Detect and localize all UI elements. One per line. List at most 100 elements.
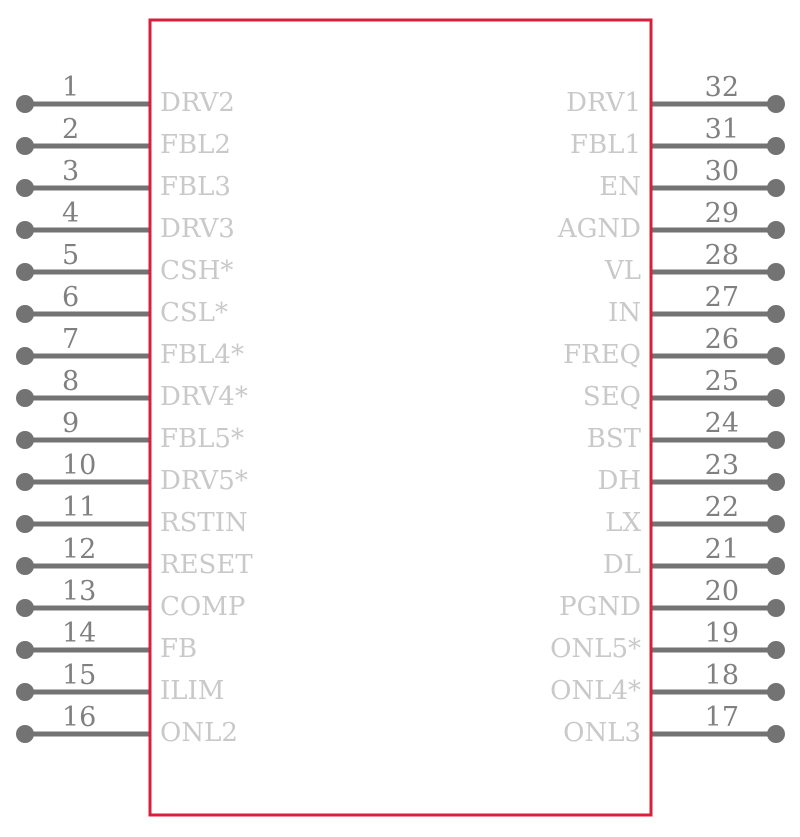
pin-terminal-dot[interactable]: [767, 557, 785, 575]
pins-layer: 1 DRV2 2 FBL2 3 FBL3 4 DRV3 5 CSH* 6 CSL* 7 FBL4* 8 DRV…: [16, 72, 785, 748]
pin-name-label: FBL3: [160, 172, 231, 202]
pin-24[interactable]: 24 BST: [587, 408, 785, 454]
pin-11[interactable]: 11 RSTIN: [16, 492, 248, 538]
pin-name-label: DRV2: [160, 88, 235, 118]
pin-terminal-dot[interactable]: [16, 683, 34, 701]
pin-number-label: 30: [705, 156, 739, 187]
pin-number-label: 7: [62, 324, 79, 355]
pin-26[interactable]: 26 FREQ: [563, 324, 785, 370]
pin-terminal-dot[interactable]: [16, 389, 34, 407]
pin-15[interactable]: 15 ILIM: [16, 660, 224, 706]
pin-terminal-dot[interactable]: [767, 599, 785, 617]
pin-terminal-dot[interactable]: [767, 473, 785, 491]
pin-19[interactable]: 19 ONL5*: [550, 618, 785, 664]
pin-terminal-dot[interactable]: [767, 431, 785, 449]
pin-25[interactable]: 25 SEQ: [583, 366, 785, 412]
pin-8[interactable]: 8 DRV4*: [16, 366, 248, 412]
pin-terminal-dot[interactable]: [767, 725, 785, 743]
pin-12[interactable]: 12 RESET: [16, 534, 253, 580]
pin-terminal-dot[interactable]: [16, 305, 34, 323]
pin-5[interactable]: 5 CSH*: [16, 240, 233, 286]
pin-name-label: ILIM: [160, 676, 224, 706]
pin-28[interactable]: 28 VL: [604, 240, 785, 286]
pin-name-label: RSTIN: [160, 508, 248, 538]
pin-terminal-dot[interactable]: [767, 95, 785, 113]
pin-22[interactable]: 22 LX: [605, 492, 785, 538]
pin-29[interactable]: 29 AGND: [557, 198, 785, 244]
pin-4[interactable]: 4 DRV3: [16, 198, 235, 244]
pin-name-label: DL: [603, 550, 641, 580]
pin-number-label: 26: [705, 324, 739, 355]
pin-name-label: SEQ: [583, 382, 641, 412]
pin-name-label: DH: [597, 466, 641, 496]
pin-16[interactable]: 16 ONL2: [16, 702, 238, 748]
pin-number-label: 13: [62, 576, 96, 607]
pin-13[interactable]: 13 COMP: [16, 576, 245, 622]
pin-number-label: 14: [62, 618, 96, 649]
pin-21[interactable]: 21 DL: [603, 534, 785, 580]
pin-terminal-dot[interactable]: [16, 431, 34, 449]
pin-18[interactable]: 18 ONL4*: [550, 660, 785, 706]
pin-number-label: 8: [62, 366, 79, 397]
pin-1[interactable]: 1 DRV2: [16, 72, 235, 118]
pin-30[interactable]: 30 EN: [599, 156, 785, 202]
pin-number-label: 15: [62, 660, 96, 691]
pin-terminal-dot[interactable]: [16, 137, 34, 155]
pin-terminal-dot[interactable]: [16, 95, 34, 113]
pin-number-label: 16: [62, 702, 96, 733]
pin-10[interactable]: 10 DRV5*: [16, 450, 248, 496]
pin-name-label: FB: [160, 634, 197, 664]
pin-3[interactable]: 3 FBL3: [16, 156, 231, 202]
pin-6[interactable]: 6 CSL*: [16, 282, 228, 328]
pin-7[interactable]: 7 FBL4*: [16, 324, 244, 370]
pin-terminal-dot[interactable]: [767, 347, 785, 365]
pin-23[interactable]: 23 DH: [597, 450, 785, 496]
pin-name-label: LX: [605, 508, 641, 538]
pin-2[interactable]: 2 FBL2: [16, 114, 231, 160]
pin-terminal-dot[interactable]: [767, 515, 785, 533]
pin-name-label: DRV4*: [160, 382, 248, 412]
pin-name-label: VL: [604, 256, 641, 286]
pin-terminal-dot[interactable]: [767, 641, 785, 659]
pin-terminal-dot[interactable]: [16, 599, 34, 617]
pin-terminal-dot[interactable]: [767, 221, 785, 239]
pin-name-label: FBL5*: [160, 424, 244, 454]
pin-32[interactable]: 32 DRV1: [566, 72, 785, 118]
pin-name-label: ONL4*: [550, 676, 641, 706]
pin-terminal-dot[interactable]: [16, 179, 34, 197]
pin-20[interactable]: 20 PGND: [559, 576, 785, 622]
pin-number-label: 31: [705, 114, 739, 145]
pin-name-label: PGND: [559, 592, 641, 622]
pin-terminal-dot[interactable]: [767, 137, 785, 155]
pin-terminal-dot[interactable]: [767, 263, 785, 281]
pin-terminal-dot[interactable]: [767, 683, 785, 701]
pin-27[interactable]: 27 IN: [608, 282, 785, 328]
pin-terminal-dot[interactable]: [767, 179, 785, 197]
pin-terminal-dot[interactable]: [16, 221, 34, 239]
pin-terminal-dot[interactable]: [767, 389, 785, 407]
pin-terminal-dot[interactable]: [16, 641, 34, 659]
pin-terminal-dot[interactable]: [16, 515, 34, 533]
pin-name-label: FBL4*: [160, 340, 244, 370]
pin-terminal-dot[interactable]: [767, 305, 785, 323]
pin-number-label: 1: [62, 72, 79, 103]
pin-17[interactable]: 17 ONL3: [563, 702, 785, 748]
pin-9[interactable]: 9 FBL5*: [16, 408, 244, 454]
pin-number-label: 12: [62, 534, 96, 565]
pin-number-label: 10: [62, 450, 96, 481]
pin-number-label: 29: [705, 198, 739, 229]
pin-terminal-dot[interactable]: [16, 557, 34, 575]
pin-name-label: CSH*: [160, 256, 233, 286]
pin-name-label: ONL3: [563, 718, 641, 748]
pin-14[interactable]: 14 FB: [16, 618, 197, 664]
pin-31[interactable]: 31 FBL1: [570, 114, 785, 160]
pin-name-label: IN: [608, 298, 641, 328]
pin-terminal-dot[interactable]: [16, 347, 34, 365]
pin-number-label: 18: [705, 660, 739, 691]
pin-terminal-dot[interactable]: [16, 473, 34, 491]
pin-name-label: FBL1: [570, 130, 641, 160]
pin-terminal-dot[interactable]: [16, 725, 34, 743]
pin-number-label: 21: [705, 534, 739, 565]
pin-name-label: FBL2: [160, 130, 231, 160]
pin-terminal-dot[interactable]: [16, 263, 34, 281]
